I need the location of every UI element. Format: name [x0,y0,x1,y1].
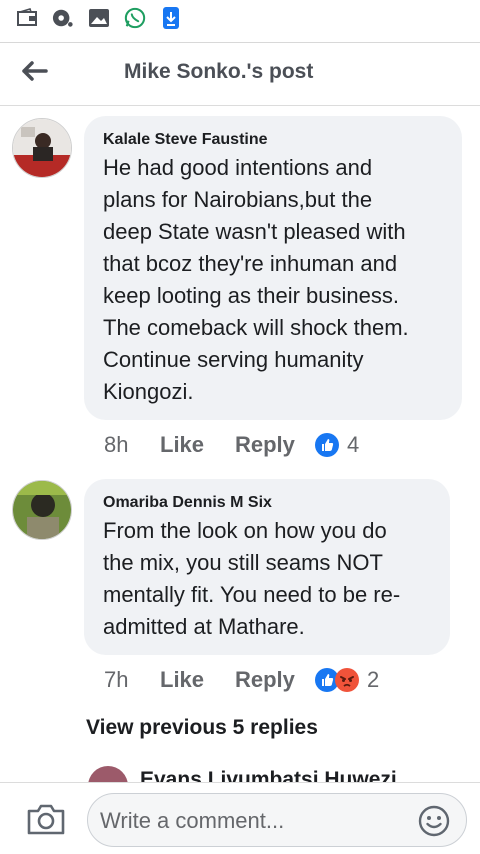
reply-button[interactable]: Reply [235,667,315,693]
comment-text: From the look on how you do the mix, you… [103,518,401,639]
avatar[interactable] [12,480,72,540]
comment-actions: 8h Like Reply 4 [104,430,359,460]
whatsapp-icon [124,7,146,29]
like-reaction-icon [315,433,339,457]
back-button[interactable] [16,57,52,85]
comment-bubble: Kalale Steve Faustine He had good intent… [84,116,462,420]
comment-composer: Write a comment... [0,782,480,854]
reaction-count: 4 [347,432,360,457]
comment-input[interactable]: Write a comment... [87,793,467,847]
back-arrow-icon [22,61,48,81]
like-button[interactable]: Like [160,432,235,458]
emoji-button[interactable] [418,805,450,837]
angry-reaction-icon [335,668,359,692]
gallery-icon [88,7,110,29]
comment-placeholder: Write a comment... [100,808,285,833]
download-icon [160,7,182,29]
emoji-icon [418,805,450,837]
reaction-summary[interactable]: 2 [315,667,379,693]
comment-actions: 7h Like Reply 2 [104,665,379,695]
page-title: Mike Sonko.'s post [124,60,314,83]
like-button[interactable]: Like [160,667,235,693]
camera-button[interactable] [26,801,66,837]
comment-author[interactable]: Kalale Steve Faustine [103,131,268,149]
status-bar [0,0,480,36]
reply-button[interactable]: Reply [235,432,315,458]
avatar[interactable] [12,118,72,178]
comment-bubble: Omariba Dennis M Six From the look on ho… [84,479,450,655]
camera-icon [27,804,65,835]
wallet-icon [16,7,38,29]
view-previous-replies-link[interactable]: View previous 5 replies [86,716,318,740]
reaction-count: 2 [367,667,380,692]
comment-author[interactable]: Omariba Dennis M Six [103,494,272,512]
reaction-summary[interactable]: 4 [315,432,359,458]
partial-comment: Evans Livumbatsi Huwezi [0,760,480,784]
chat-dot-icon [52,7,74,29]
post-header: Mike Sonko.'s post [0,42,480,106]
comment-time[interactable]: 8h [104,432,160,458]
comment-time[interactable]: 7h [104,667,160,693]
comment-text: He had good intentions and plans for Nai… [103,155,409,404]
